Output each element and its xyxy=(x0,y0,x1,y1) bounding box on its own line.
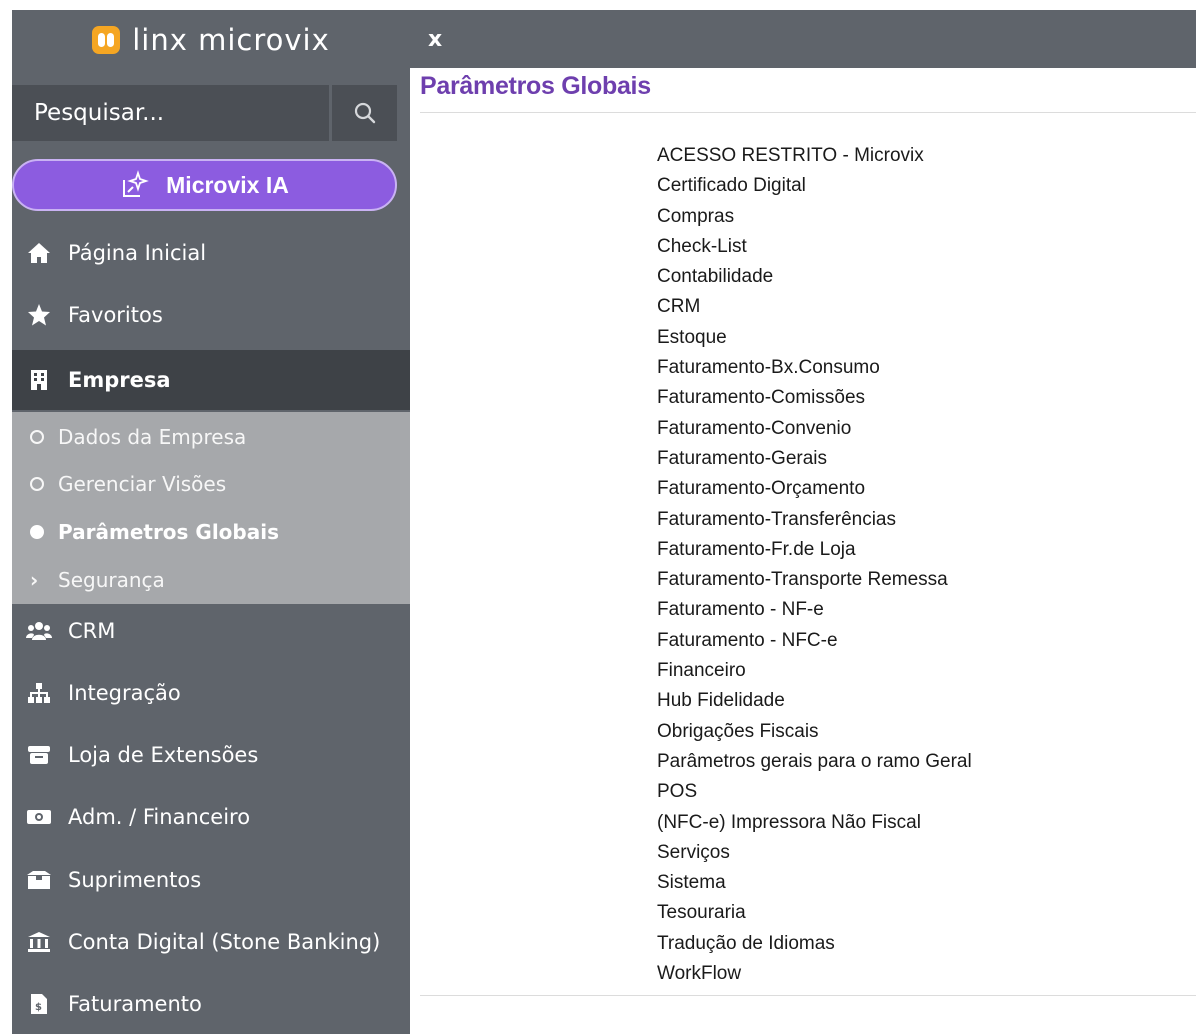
submenu-global-params-label: Parâmetros Globais xyxy=(58,520,279,544)
parameter-link[interactable]: Faturamento-Gerais xyxy=(657,444,972,474)
parameter-link[interactable]: Faturamento-Transferências xyxy=(657,505,972,535)
money-bill-icon xyxy=(24,808,54,826)
parameters-list: ACESSO RESTRITO - Microvix Certificado Di… xyxy=(657,141,972,989)
page-title: Parâmetros Globais xyxy=(420,72,651,100)
parameter-link[interactable]: Faturamento-Fr.de Loja xyxy=(657,535,972,565)
close-icon[interactable]: x xyxy=(428,27,442,52)
submenu-manage-views[interactable]: Gerenciar Visões xyxy=(12,461,410,507)
page-edge xyxy=(0,0,12,1034)
microvix-ia-button[interactable]: Microvix IA xyxy=(12,159,397,211)
divider-top xyxy=(420,112,1196,113)
nav-integration[interactable]: Integração xyxy=(12,663,410,723)
nav-billing[interactable]: $ Faturamento xyxy=(12,974,410,1034)
chevron-right-icon: › xyxy=(30,568,39,592)
search-bar xyxy=(12,85,397,141)
ai-sparkle-icon xyxy=(123,170,149,197)
parameter-link[interactable]: Faturamento-Comissões xyxy=(657,383,972,413)
bank-icon xyxy=(24,931,54,953)
nav-crm-label: CRM xyxy=(68,619,116,643)
parameter-link[interactable]: Serviços xyxy=(657,838,972,868)
nav-extensions-label: Loja de Extensões xyxy=(68,743,259,767)
nav-company[interactable]: Empresa xyxy=(12,350,410,410)
parameter-link[interactable]: Estoque xyxy=(657,323,972,353)
parameter-link[interactable]: Financeiro xyxy=(657,656,972,686)
company-submenu: Dados da Empresa Gerenciar Visões Parâme… xyxy=(12,412,410,604)
nav-supplies-label: Suprimentos xyxy=(68,868,202,892)
svg-text:$: $ xyxy=(35,1002,42,1013)
microvix-ia-label: Microvix IA xyxy=(166,171,289,198)
building-icon xyxy=(24,369,54,391)
submenu-company-data-label: Dados da Empresa xyxy=(58,425,247,449)
parameter-link[interactable]: Tesouraria xyxy=(657,898,972,928)
search-icon xyxy=(354,102,375,124)
nav-supplies[interactable]: Suprimentos xyxy=(12,850,410,910)
nav-favorites-label: Favoritos xyxy=(68,303,163,327)
parameter-link[interactable]: Check-List xyxy=(657,232,972,262)
parameter-link[interactable]: CRM xyxy=(657,292,972,322)
nav-home-label: Página Inicial xyxy=(68,241,207,265)
parameter-link[interactable]: Faturamento-Transporte Remessa xyxy=(657,565,972,595)
nav-digital-account-label: Conta Digital (Stone Banking) xyxy=(68,930,381,954)
search-input[interactable] xyxy=(12,85,329,141)
sitemap-icon xyxy=(24,682,54,704)
parameter-link[interactable]: (NFC-e) Impressora Não Fiscal xyxy=(657,808,972,838)
users-icon xyxy=(24,621,54,641)
brand-name: linx microvix xyxy=(132,23,330,57)
nav-digital-account[interactable]: Conta Digital (Stone Banking) xyxy=(12,912,410,972)
star-icon xyxy=(24,303,54,327)
parameter-link[interactable]: Certificado Digital xyxy=(657,171,972,201)
parameter-link[interactable]: ACESSO RESTRITO - Microvix xyxy=(657,141,972,171)
boxes-icon xyxy=(24,870,54,890)
submenu-global-params[interactable]: Parâmetros Globais xyxy=(12,509,410,555)
nav-billing-label: Faturamento xyxy=(68,992,202,1016)
submenu-security-label: Segurança xyxy=(58,568,165,592)
nav-favorites[interactable]: Favoritos xyxy=(12,285,410,345)
circle-outline-icon xyxy=(30,477,44,491)
nav-admin-finance-label: Adm. / Financeiro xyxy=(68,805,251,829)
nav-crm[interactable]: CRM xyxy=(12,601,410,661)
parameter-link[interactable]: Parâmetros gerais para o ramo Geral xyxy=(657,747,972,777)
circle-outline-icon xyxy=(30,430,44,444)
parameter-link[interactable]: WorkFlow xyxy=(657,959,972,989)
top-bar: x xyxy=(410,10,1196,68)
parameter-link[interactable]: Contabilidade xyxy=(657,262,972,292)
brand-logo[interactable]: linx microvix xyxy=(12,10,410,70)
parameter-link[interactable]: Hub Fidelidade xyxy=(657,686,972,716)
parameter-link[interactable]: Faturamento - NFC-e xyxy=(657,626,972,656)
parameter-link[interactable]: Tradução de Idiomas xyxy=(657,929,972,959)
store-icon xyxy=(24,745,54,765)
invoice-icon: $ xyxy=(24,993,54,1015)
parameter-link[interactable]: Faturamento-Bx.Consumo xyxy=(657,353,972,383)
submenu-manage-views-label: Gerenciar Visões xyxy=(58,472,227,496)
divider-bottom xyxy=(420,995,1196,996)
circle-filled-icon xyxy=(30,525,44,539)
submenu-security[interactable]: › Segurança xyxy=(12,557,410,603)
linx-logo-icon xyxy=(92,26,121,54)
parameter-link[interactable]: Faturamento-Convenio xyxy=(657,414,972,444)
parameter-link[interactable]: Faturamento-Orçamento xyxy=(657,474,972,504)
parameter-link[interactable]: Obrigações Fiscais xyxy=(657,717,972,747)
nav-admin-finance[interactable]: Adm. / Financeiro xyxy=(12,787,410,847)
nav-home[interactable]: Página Inicial xyxy=(12,223,410,283)
sidebar: linx microvix Microvix IA Página Inicial… xyxy=(12,10,410,1034)
submenu-company-data[interactable]: Dados da Empresa xyxy=(12,414,410,460)
parameter-link[interactable]: POS xyxy=(657,777,972,807)
parameter-link[interactable]: Faturamento - NF-e xyxy=(657,595,972,625)
nav-extensions[interactable]: Loja de Extensões xyxy=(12,725,410,785)
parameter-link[interactable]: Compras xyxy=(657,202,972,232)
nav-company-label: Empresa xyxy=(68,368,171,392)
nav-integration-label: Integração xyxy=(68,681,181,705)
parameter-link[interactable]: Sistema xyxy=(657,868,972,898)
search-button[interactable] xyxy=(329,85,397,141)
home-icon xyxy=(24,242,54,264)
